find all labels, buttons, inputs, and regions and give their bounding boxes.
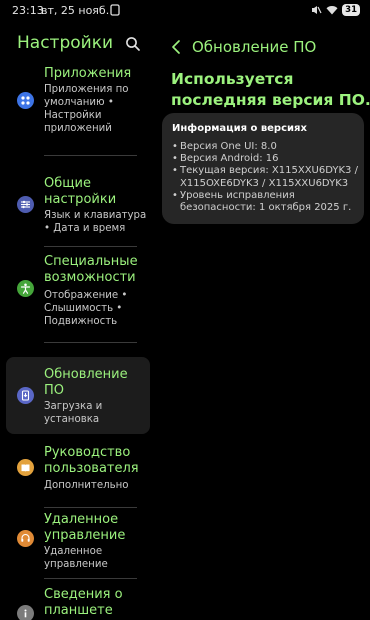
software-update-pane: Обновление ПО Используется последняя вер… bbox=[158, 22, 370, 620]
menu-item-title: Удаленное управление bbox=[44, 512, 126, 543]
menu-item-subtitle: Приложения по умолчанию • Настройки прил… bbox=[44, 84, 129, 134]
update-icon bbox=[17, 387, 34, 404]
mute-icon bbox=[312, 6, 322, 14]
update-status-headline: Используется последняя версия ПО. bbox=[171, 70, 370, 109]
menu-item-subtitle: Язык и клавиатура • Дата и время bbox=[44, 210, 147, 234]
menu-item-title: Обновление ПО bbox=[44, 367, 128, 398]
menu-item-user-guide[interactable]: Руководство пользователя Дополнительно bbox=[6, 442, 150, 496]
version-info-line: Версия Android: 16 bbox=[172, 153, 358, 165]
page-title: Обновление ПО bbox=[192, 38, 317, 56]
notification-icon bbox=[110, 4, 120, 16]
divider bbox=[44, 155, 137, 156]
menu-item-title: Приложения bbox=[44, 66, 132, 81]
back-arrow-icon[interactable] bbox=[170, 39, 182, 55]
accessibility-icon bbox=[17, 280, 34, 297]
settings-title: Настройки bbox=[17, 33, 114, 53]
version-info-line: Уровень исправления безопасности: 1 октя… bbox=[172, 190, 358, 214]
menu-item-subtitle: Загрузка и установка bbox=[44, 401, 103, 425]
version-info-line: Версия One UI: 8.0 bbox=[172, 141, 358, 153]
menu-item-about-tablet[interactable]: Сведения о планшете bbox=[6, 585, 150, 620]
menu-item-accessibility[interactable]: Специальные возможности Отображение • Сл… bbox=[6, 252, 150, 330]
search-icon[interactable] bbox=[125, 36, 141, 52]
status-bar: 23:13 вт, 25 нояб. 31 bbox=[0, 0, 370, 22]
menu-item-subtitle: Отображение • Слышимость • Подвижность bbox=[44, 290, 128, 327]
divider bbox=[44, 342, 137, 343]
battery-indicator: 31 bbox=[342, 4, 360, 16]
version-info-line: Текущая версия: X115XXU6DYK3 / X115OXE6D… bbox=[172, 165, 358, 189]
settings-list-pane: Настройки Приложения Приложения по умолч… bbox=[0, 22, 158, 620]
version-info-card: Информация о версиях Версия One UI: 8.0 … bbox=[162, 113, 364, 224]
menu-item-subtitle: Удаленное управление bbox=[44, 546, 108, 570]
divider bbox=[44, 246, 137, 247]
status-icons: 31 bbox=[310, 4, 360, 16]
status-time: 23:13 bbox=[12, 4, 44, 17]
menu-item-general-settings[interactable]: Общие настройки Язык и клавиатура • Дата… bbox=[6, 172, 150, 240]
user-guide-icon bbox=[17, 459, 34, 476]
menu-item-title: Общие настройки bbox=[44, 176, 117, 207]
menu-item-software-update[interactable]: Обновление ПО Загрузка и установка bbox=[6, 357, 150, 434]
menu-item-title: Специальные возможности bbox=[44, 254, 138, 285]
sliders-icon bbox=[17, 196, 34, 213]
headset-icon bbox=[17, 530, 34, 547]
grid-icon bbox=[17, 92, 34, 109]
menu-item-apps[interactable]: Приложения Приложения по умолчанию • Нас… bbox=[6, 62, 150, 142]
status-date: вт, 25 нояб. bbox=[41, 4, 110, 17]
divider bbox=[44, 578, 137, 579]
divider bbox=[44, 507, 137, 508]
menu-item-title: Руководство пользователя bbox=[44, 445, 139, 476]
wifi-icon bbox=[326, 6, 338, 15]
version-info-title: Информация о версиях bbox=[172, 123, 307, 134]
menu-item-subtitle: Дополнительно bbox=[44, 480, 129, 491]
menu-item-title: Сведения о планшете bbox=[44, 587, 123, 618]
version-info-list: Версия One UI: 8.0 Версия Android: 16 Те… bbox=[172, 141, 358, 214]
info-icon bbox=[17, 605, 34, 620]
menu-item-remote-management[interactable]: Удаленное управление Удаленное управлени… bbox=[6, 510, 150, 572]
